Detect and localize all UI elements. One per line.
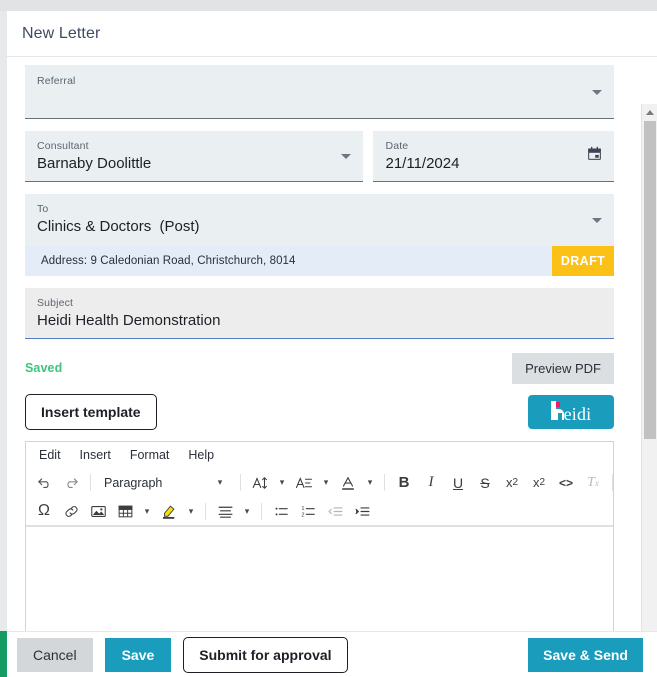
toolbar-divider — [261, 503, 262, 520]
form-content: Referral Consultant Barnaby Doolittle Da… — [7, 57, 632, 640]
editor-content-area[interactable] — [26, 526, 613, 639]
superscript-icon[interactable]: x2 — [526, 471, 552, 495]
italic-icon[interactable]: I — [418, 471, 444, 495]
dialog-scroll-body: Referral Consultant Barnaby Doolittle Da… — [7, 57, 657, 630]
underline-icon[interactable]: U — [445, 471, 471, 495]
rich-text-editor: Edit Insert Format Help — [25, 441, 614, 640]
chevron-down-icon[interactable]: ▾ — [362, 471, 378, 495]
editor-toolbar-row-1: Paragraph ▾ ▾ — [26, 468, 613, 497]
menu-insert[interactable]: Insert — [80, 448, 111, 462]
numbered-list-icon[interactable]: 1 2 — [295, 499, 321, 523]
recipient-value: Clinics & Doctors (Post) — [37, 216, 602, 238]
chevron-down-icon[interactable]: ▾ — [274, 471, 290, 495]
consultant-select[interactable]: Consultant Barnaby Doolittle — [25, 131, 363, 182]
new-letter-dialog: New Letter Referral Consultant Barnaby D… — [7, 11, 657, 677]
window-top-strip — [0, 0, 657, 11]
consultant-label: Consultant — [37, 140, 351, 153]
strikethrough-icon[interactable]: S — [472, 471, 498, 495]
chevron-down-icon[interactable] — [341, 154, 351, 159]
toolbar-divider — [240, 474, 241, 491]
bullet-list-icon[interactable] — [268, 499, 294, 523]
source-code-icon[interactable]: <> — [553, 471, 579, 495]
referral-select[interactable]: Referral — [25, 65, 614, 119]
block-format-select[interactable]: Paragraph — [97, 471, 205, 495]
editor-toolbar-row-2: Ω — [26, 497, 613, 526]
vertical-scrollbar[interactable] — [641, 104, 657, 677]
svg-text:1: 1 — [301, 506, 304, 512]
recipient-label: To — [37, 203, 602, 216]
menu-help[interactable]: Help — [188, 448, 214, 462]
chevron-down-icon[interactable] — [592, 90, 602, 95]
calendar-icon[interactable] — [586, 145, 603, 167]
chevron-down-icon[interactable]: ▾ — [139, 499, 155, 523]
date-label: Date — [385, 140, 602, 153]
line-height-icon[interactable] — [291, 471, 317, 495]
bold-icon[interactable]: B — [391, 471, 417, 495]
chevron-down-icon[interactable]: ▾ — [183, 499, 199, 523]
clear-formatting-icon[interactable]: Tx — [580, 471, 606, 495]
special-character-icon[interactable]: Ω — [31, 499, 57, 523]
address-text: Address: 9 Caledonian Road, Christchurch… — [25, 246, 552, 276]
toolbar-divider — [90, 474, 91, 491]
toolbar-divider — [612, 474, 613, 491]
subscript-icon[interactable]: x2 — [499, 471, 525, 495]
insert-template-button[interactable]: Insert template — [25, 394, 157, 430]
scrollbar-thumb[interactable] — [644, 121, 656, 439]
menu-edit[interactable]: Edit — [39, 448, 61, 462]
font-size-icon[interactable] — [247, 471, 273, 495]
redo-icon[interactable] — [58, 471, 84, 495]
dialog-header: New Letter — [7, 11, 657, 57]
submit-for-approval-button[interactable]: Submit for approval — [183, 637, 347, 673]
chevron-down-icon[interactable] — [592, 218, 602, 223]
saved-row: Saved Preview PDF — [25, 353, 614, 383]
cancel-button[interactable]: Cancel — [17, 638, 93, 672]
consultant-date-row: Consultant Barnaby Doolittle Date 21/11/… — [25, 131, 614, 194]
highlight-color-icon[interactable] — [156, 499, 182, 523]
save-button[interactable]: Save — [105, 638, 172, 672]
heidi-h-mark-icon — [551, 401, 564, 420]
heidi-wordmark: eidi — [564, 405, 592, 424]
consultant-value: Barnaby Doolittle — [37, 153, 351, 175]
recipient-select[interactable]: To Clinics & Doctors (Post) — [25, 194, 614, 246]
saved-status: Saved — [25, 361, 62, 375]
subject-label: Subject — [37, 297, 602, 310]
outdent-icon[interactable] — [322, 499, 348, 523]
date-field[interactable]: Date 21/11/2024 — [373, 131, 614, 182]
window-left-strip — [0, 11, 7, 631]
editor-menubar: Edit Insert Format Help — [26, 442, 613, 468]
svg-text:2: 2 — [301, 512, 304, 518]
indent-icon[interactable] — [349, 499, 375, 523]
address-bar: Address: 9 Caledonian Road, Christchurch… — [25, 246, 614, 276]
subject-value: Heidi Health Demonstration — [37, 310, 602, 332]
align-icon[interactable] — [212, 499, 238, 523]
referral-label: Referral — [37, 75, 602, 88]
chevron-down-icon[interactable]: ▾ — [206, 477, 234, 488]
scroll-up-icon[interactable] — [642, 104, 657, 120]
menu-format[interactable]: Format — [130, 448, 170, 462]
left-green-accent — [0, 631, 7, 677]
image-icon[interactable] — [85, 499, 111, 523]
undo-icon[interactable] — [31, 471, 57, 495]
table-icon[interactable] — [112, 499, 138, 523]
page-title: New Letter — [22, 25, 100, 43]
text-color-icon[interactable] — [335, 471, 361, 495]
toolbar-divider — [205, 503, 206, 520]
referral-value — [37, 88, 602, 106]
chevron-down-icon[interactable]: ▾ — [239, 499, 255, 523]
dialog-footer: Cancel Save Submit for approval Save & S… — [7, 631, 657, 677]
heidi-button[interactable]: eidi — [528, 395, 614, 429]
status-badge: DRAFT — [552, 246, 614, 276]
template-row: Insert template eidi — [25, 393, 614, 431]
heidi-logo: eidi — [551, 401, 592, 424]
preview-pdf-button[interactable]: Preview PDF — [512, 353, 614, 384]
toolbar-divider — [384, 474, 385, 491]
date-value: 21/11/2024 — [385, 153, 602, 175]
save-and-send-button[interactable]: Save & Send — [528, 638, 643, 672]
chevron-down-icon[interactable]: ▾ — [318, 471, 334, 495]
link-icon[interactable] — [58, 499, 84, 523]
subject-input[interactable]: Subject Heidi Health Demonstration — [25, 288, 614, 339]
app-root: New Letter Referral Consultant Barnaby D… — [0, 0, 657, 677]
